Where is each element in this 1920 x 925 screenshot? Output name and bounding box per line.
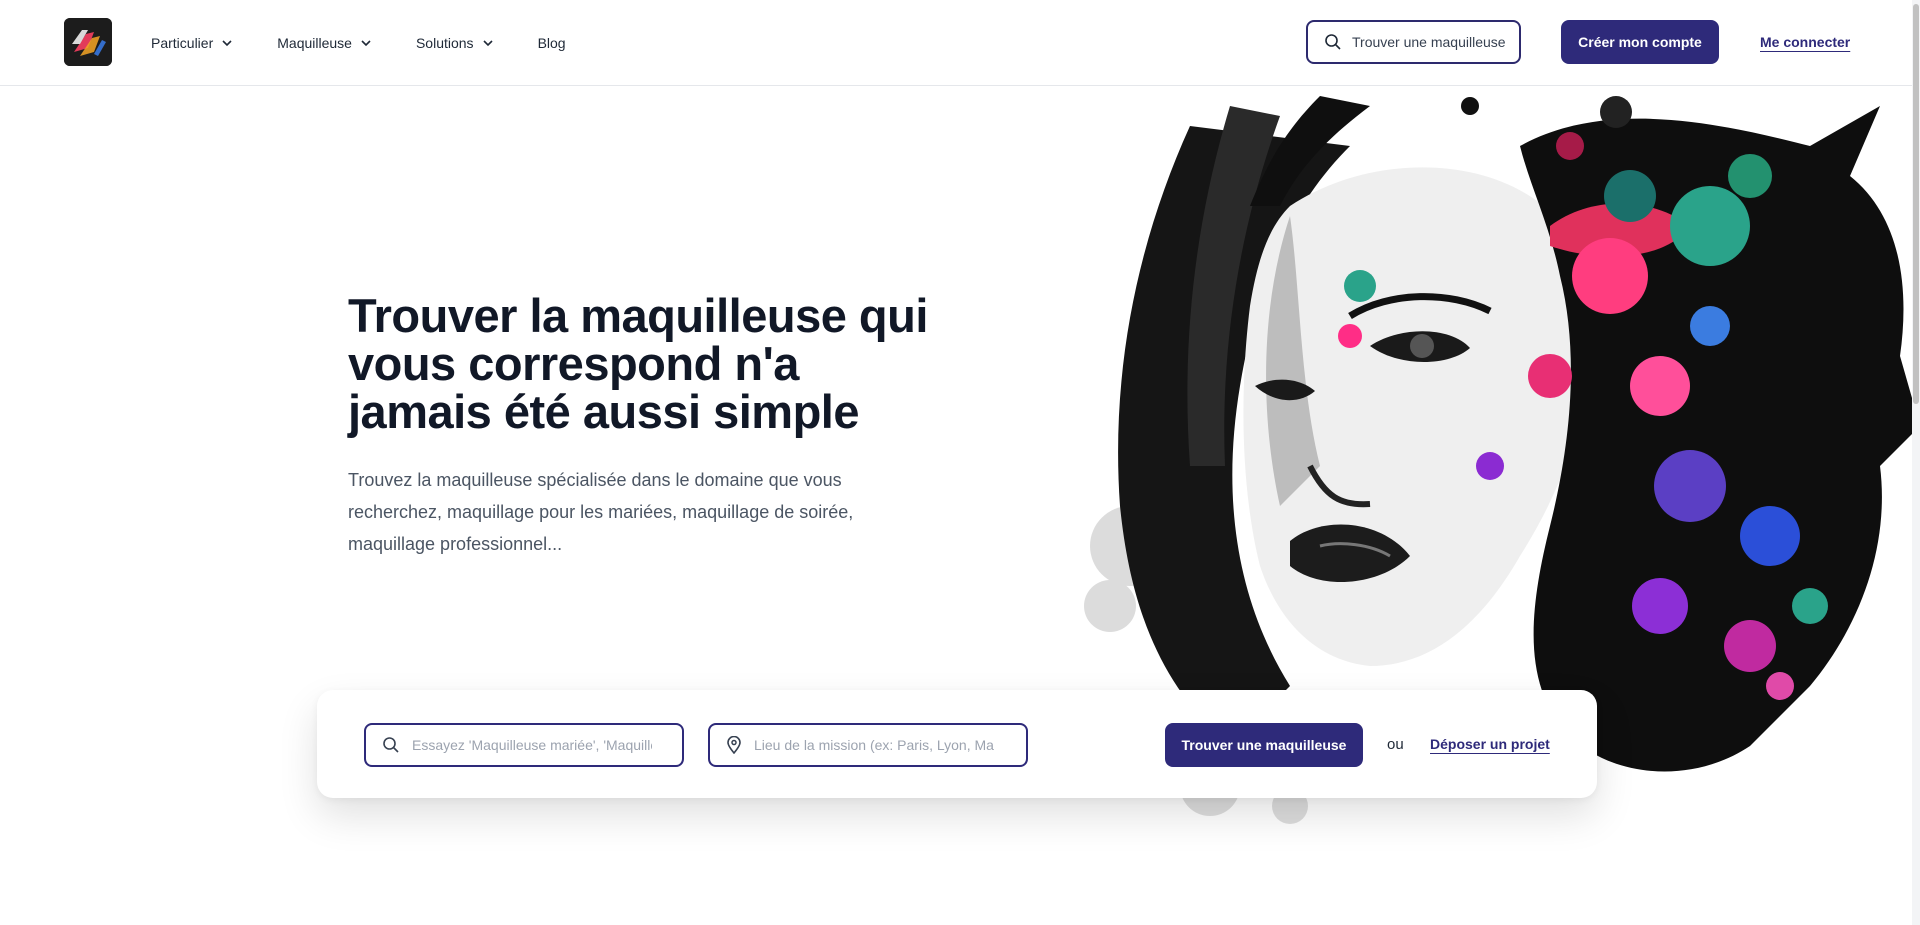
query-field[interactable]	[364, 723, 684, 767]
or-separator: ou	[1387, 736, 1404, 753]
page-scrollbar[interactable]	[1912, 0, 1920, 925]
hero-subtitle-line: Trouvez la maquilleuse spécialisée dans …	[348, 470, 842, 490]
nav-item-label: Particulier	[151, 35, 214, 51]
chevron-down-icon	[222, 40, 232, 47]
main-nav: Particulier Maquilleuse Solutions Blog	[151, 0, 610, 86]
post-project-link[interactable]: Déposer un projet	[1430, 736, 1550, 752]
hero-title-line: vous correspond n'a	[348, 337, 799, 390]
site-header: Particulier Maquilleuse Solutions Blog T…	[0, 0, 1920, 86]
search-icon	[383, 737, 399, 753]
find-makeup-artist-button[interactable]: Trouver une maquilleuse	[1165, 723, 1363, 767]
map-pin-icon	[727, 736, 741, 754]
chevron-down-icon	[482, 40, 493, 47]
nav-item-solutions[interactable]: Solutions	[416, 35, 494, 51]
chevron-down-icon	[361, 40, 371, 47]
header-search-button[interactable]: Trouver une maquilleuse	[1306, 20, 1521, 64]
nav-item-label: Maquilleuse	[277, 35, 352, 51]
header-search-label: Trouver une maquilleuse	[1352, 34, 1506, 50]
login-link[interactable]: Me connecter	[1760, 34, 1850, 50]
search-panel: Trouver une maquilleuse ou Déposer un pr…	[317, 690, 1597, 798]
nav-item-blog[interactable]: Blog	[538, 35, 566, 51]
site-logo[interactable]	[64, 18, 112, 66]
hero-subtitle-line: recherchez, maquillage pour les mariées,…	[348, 502, 854, 522]
location-input[interactable]	[754, 737, 994, 753]
create-account-button[interactable]: Créer mon compte	[1561, 20, 1719, 64]
nav-item-label: Solutions	[415, 35, 474, 51]
scrollbar-thumb[interactable]	[1913, 4, 1919, 404]
nav-item-label: Blog	[537, 35, 566, 51]
hero-subtitle-line: maquillage professionnel...	[348, 534, 563, 554]
hero-title: Trouver la maquilleuse qui vous correspo…	[348, 292, 968, 436]
location-field[interactable]	[708, 723, 1028, 767]
nav-item-maquilleuse[interactable]: Maquilleuse	[277, 35, 372, 51]
hero-subtitle: Trouvez la maquilleuse spécialisée dans …	[348, 464, 908, 560]
query-input[interactable]	[412, 737, 652, 753]
hero-title-line: jamais été aussi simple	[348, 385, 860, 438]
search-icon	[1325, 34, 1341, 50]
nav-item-particulier[interactable]: Particulier	[151, 35, 233, 51]
hero-title-line: Trouver la maquilleuse qui	[348, 289, 928, 342]
